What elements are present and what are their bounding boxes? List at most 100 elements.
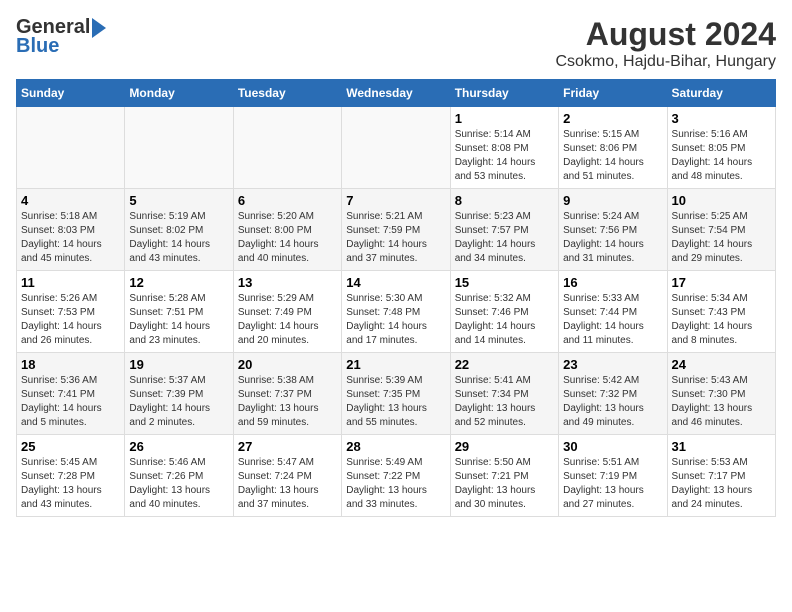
- calendar-cell: 6 Sunrise: 5:20 AM Sunset: 8:00 PM Daylig…: [233, 189, 341, 271]
- day-info: Sunrise: 5:19 AM Sunset: 8:02 PM Dayligh…: [129, 210, 228, 266]
- logo: General Blue: [16, 16, 106, 58]
- day-number: 3: [672, 111, 771, 126]
- calendar-cell: 17 Sunrise: 5:34 AM Sunset: 7:43 PM Dayli…: [667, 271, 775, 353]
- calendar-subtitle: Csokmo, Hajdu-Bihar, Hungary: [555, 53, 776, 71]
- day-number: 20: [238, 357, 337, 372]
- week-row-2: 4 Sunrise: 5:18 AM Sunset: 8:03 PM Daylig…: [17, 189, 776, 271]
- calendar-cell: 14 Sunrise: 5:30 AM Sunset: 7:48 PM Dayli…: [342, 271, 450, 353]
- calendar-cell: 12 Sunrise: 5:28 AM Sunset: 7:51 PM Dayli…: [125, 271, 233, 353]
- day-info: Sunrise: 5:43 AM Sunset: 7:30 PM Dayligh…: [672, 374, 771, 430]
- day-number: 31: [672, 439, 771, 454]
- day-info: Sunrise: 5:46 AM Sunset: 7:26 PM Dayligh…: [129, 456, 228, 512]
- calendar-cell: 8Sunrise: 5:23 AM Sunset: 7:57 PM Daylig…: [450, 189, 558, 271]
- day-info: Sunrise: 5:21 AM Sunset: 7:59 PM Dayligh…: [346, 210, 445, 266]
- day-info: Sunrise: 5:33 AM Sunset: 7:44 PM Dayligh…: [563, 292, 662, 348]
- day-number: 22: [455, 357, 554, 372]
- calendar-cell: 31 Sunrise: 5:53 AM Sunset: 7:17 PM Dayli…: [667, 435, 775, 517]
- day-number: 5: [129, 193, 228, 208]
- day-number: 14: [346, 275, 445, 290]
- calendar-cell: [125, 107, 233, 189]
- day-number: 28: [346, 439, 445, 454]
- weekday-header-thursday: Thursday: [450, 80, 558, 107]
- calendar-cell: 28 Sunrise: 5:49 AM Sunset: 7:22 PM Dayli…: [342, 435, 450, 517]
- calendar-cell: 15 Sunrise: 5:32 AM Sunset: 7:46 PM Dayli…: [450, 271, 558, 353]
- calendar-cell: 21Sunrise: 5:39 AM Sunset: 7:35 PM Dayli…: [342, 353, 450, 435]
- day-number: 19: [129, 357, 228, 372]
- day-info: Sunrise: 5:18 AM Sunset: 8:03 PM Dayligh…: [21, 210, 120, 266]
- logo-blue: Blue: [16, 35, 59, 58]
- day-number: 12: [129, 275, 228, 290]
- week-row-5: 25Sunrise: 5:45 AM Sunset: 7:28 PM Dayli…: [17, 435, 776, 517]
- day-info: Sunrise: 5:41 AM Sunset: 7:34 PM Dayligh…: [455, 374, 554, 430]
- day-number: 21: [346, 357, 445, 372]
- day-info: Sunrise: 5:49 AM Sunset: 7:22 PM Dayligh…: [346, 456, 445, 512]
- calendar-cell: 22 Sunrise: 5:41 AM Sunset: 7:34 PM Dayli…: [450, 353, 558, 435]
- day-number: 6: [238, 193, 337, 208]
- weekday-header-row: SundayMondayTuesdayWednesdayThursdayFrid…: [17, 80, 776, 107]
- calendar-cell: [342, 107, 450, 189]
- calendar-cell: 13 Sunrise: 5:29 AM Sunset: 7:49 PM Dayli…: [233, 271, 341, 353]
- day-number: 4: [21, 193, 120, 208]
- day-number: 17: [672, 275, 771, 290]
- day-number: 29: [455, 439, 554, 454]
- day-info: Sunrise: 5:23 AM Sunset: 7:57 PM Dayligh…: [455, 210, 554, 266]
- page-header: General Blue August 2024 Csokmo, Hajdu-B…: [16, 16, 776, 71]
- title-block: August 2024 Csokmo, Hajdu-Bihar, Hungary: [555, 16, 776, 71]
- day-number: 26: [129, 439, 228, 454]
- calendar-cell: 27Sunrise: 5:47 AM Sunset: 7:24 PM Dayli…: [233, 435, 341, 517]
- day-info: Sunrise: 5:37 AM Sunset: 7:39 PM Dayligh…: [129, 374, 228, 430]
- calendar-cell: 11Sunrise: 5:26 AM Sunset: 7:53 PM Dayli…: [17, 271, 125, 353]
- day-info: Sunrise: 5:32 AM Sunset: 7:46 PM Dayligh…: [455, 292, 554, 348]
- calendar-cell: 1Sunrise: 5:14 AM Sunset: 8:08 PM Daylig…: [450, 107, 558, 189]
- day-info: Sunrise: 5:20 AM Sunset: 8:00 PM Dayligh…: [238, 210, 337, 266]
- day-info: Sunrise: 5:51 AM Sunset: 7:19 PM Dayligh…: [563, 456, 662, 512]
- day-number: 16: [563, 275, 662, 290]
- day-info: Sunrise: 5:34 AM Sunset: 7:43 PM Dayligh…: [672, 292, 771, 348]
- calendar-cell: 2Sunrise: 5:15 AM Sunset: 8:06 PM Daylig…: [559, 107, 667, 189]
- day-info: Sunrise: 5:42 AM Sunset: 7:32 PM Dayligh…: [563, 374, 662, 430]
- weekday-header-monday: Monday: [125, 80, 233, 107]
- day-info: Sunrise: 5:50 AM Sunset: 7:21 PM Dayligh…: [455, 456, 554, 512]
- day-info: Sunrise: 5:29 AM Sunset: 7:49 PM Dayligh…: [238, 292, 337, 348]
- day-number: 23: [563, 357, 662, 372]
- day-number: 11: [21, 275, 120, 290]
- day-info: Sunrise: 5:36 AM Sunset: 7:41 PM Dayligh…: [21, 374, 120, 430]
- week-row-4: 18 Sunrise: 5:36 AM Sunset: 7:41 PM Dayli…: [17, 353, 776, 435]
- day-number: 18: [21, 357, 120, 372]
- calendar-cell: 4 Sunrise: 5:18 AM Sunset: 8:03 PM Daylig…: [17, 189, 125, 271]
- calendar-cell: 18 Sunrise: 5:36 AM Sunset: 7:41 PM Dayli…: [17, 353, 125, 435]
- day-info: Sunrise: 5:30 AM Sunset: 7:48 PM Dayligh…: [346, 292, 445, 348]
- calendar-cell: 29 Sunrise: 5:50 AM Sunset: 7:21 PM Dayli…: [450, 435, 558, 517]
- calendar-table: SundayMondayTuesdayWednesdayThursdayFrid…: [16, 79, 776, 517]
- day-number: 27: [238, 439, 337, 454]
- day-info: Sunrise: 5:25 AM Sunset: 7:54 PM Dayligh…: [672, 210, 771, 266]
- day-number: 15: [455, 275, 554, 290]
- day-info: Sunrise: 5:38 AM Sunset: 7:37 PM Dayligh…: [238, 374, 337, 430]
- calendar-cell: [17, 107, 125, 189]
- day-info: Sunrise: 5:45 AM Sunset: 7:28 PM Dayligh…: [21, 456, 120, 512]
- calendar-cell: 25Sunrise: 5:45 AM Sunset: 7:28 PM Dayli…: [17, 435, 125, 517]
- weekday-header-sunday: Sunday: [17, 80, 125, 107]
- day-info: Sunrise: 5:28 AM Sunset: 7:51 PM Dayligh…: [129, 292, 228, 348]
- calendar-cell: 9 Sunrise: 5:24 AM Sunset: 7:56 PM Daylig…: [559, 189, 667, 271]
- calendar-cell: 26 Sunrise: 5:46 AM Sunset: 7:26 PM Dayli…: [125, 435, 233, 517]
- calendar-cell: 7 Sunrise: 5:21 AM Sunset: 7:59 PM Daylig…: [342, 189, 450, 271]
- day-info: Sunrise: 5:16 AM Sunset: 8:05 PM Dayligh…: [672, 128, 771, 184]
- day-number: 13: [238, 275, 337, 290]
- calendar-title: August 2024: [555, 16, 776, 53]
- day-number: 30: [563, 439, 662, 454]
- calendar-cell: 16 Sunrise: 5:33 AM Sunset: 7:44 PM Dayli…: [559, 271, 667, 353]
- week-row-3: 11Sunrise: 5:26 AM Sunset: 7:53 PM Dayli…: [17, 271, 776, 353]
- weekday-header-friday: Friday: [559, 80, 667, 107]
- day-number: 9: [563, 193, 662, 208]
- weekday-header-tuesday: Tuesday: [233, 80, 341, 107]
- day-number: 24: [672, 357, 771, 372]
- day-number: 7: [346, 193, 445, 208]
- logo-arrow-icon: [92, 18, 106, 38]
- day-number: 2: [563, 111, 662, 126]
- day-info: Sunrise: 5:53 AM Sunset: 7:17 PM Dayligh…: [672, 456, 771, 512]
- weekday-header-wednesday: Wednesday: [342, 80, 450, 107]
- day-info: Sunrise: 5:24 AM Sunset: 7:56 PM Dayligh…: [563, 210, 662, 266]
- calendar-cell: 20 Sunrise: 5:38 AM Sunset: 7:37 PM Dayli…: [233, 353, 341, 435]
- weekday-header-saturday: Saturday: [667, 80, 775, 107]
